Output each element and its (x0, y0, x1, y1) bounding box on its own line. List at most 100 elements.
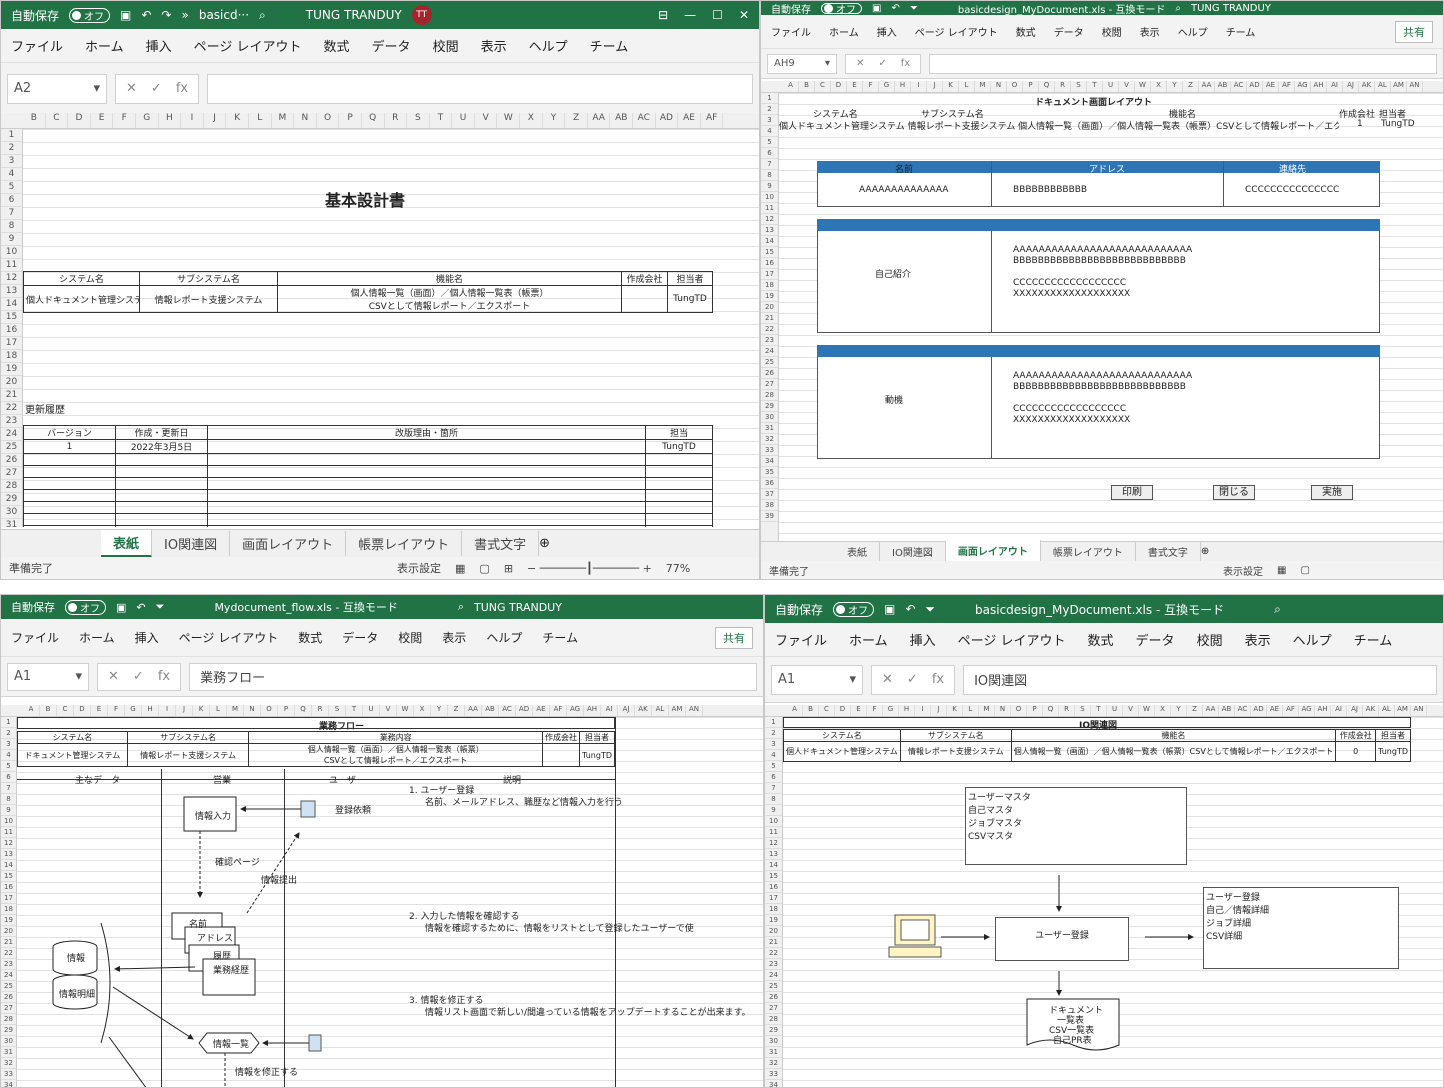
column-header[interactable]: Y (431, 705, 448, 716)
row-header[interactable]: 20 (761, 302, 778, 313)
column-header[interactable]: N (294, 113, 317, 128)
row-header[interactable]: 27 (1, 467, 22, 480)
row-header[interactable]: 30 (1, 506, 22, 519)
column-header[interactable]: L (963, 705, 979, 716)
row-header[interactable]: 25 (761, 357, 778, 368)
column-header[interactable]: V (475, 113, 498, 128)
column-header[interactable]: S (1071, 81, 1087, 92)
sheet-tab[interactable]: IO関連図 (880, 541, 946, 562)
menu-item[interactable]: チーム (590, 36, 629, 55)
row-header[interactable]: 10 (765, 816, 782, 827)
minimize-icon[interactable]: — (684, 8, 696, 22)
column-header[interactable]: T (1091, 705, 1107, 716)
row-header[interactable]: 7 (761, 159, 778, 170)
column-header[interactable]: O (1011, 705, 1027, 716)
row-header[interactable]: 9 (1, 233, 22, 246)
row-header[interactable]: 3 (1, 739, 16, 750)
column-header[interactable]: H (159, 113, 182, 128)
column-header[interactable]: AD (1251, 705, 1267, 716)
column-header[interactable]: R (312, 705, 329, 716)
avatar[interactable]: TT (411, 5, 432, 25)
row-header[interactable]: 15 (1, 871, 16, 882)
undo-icon[interactable]: ↶ (141, 8, 151, 22)
row-header[interactable]: 31 (1, 1047, 16, 1058)
column-header[interactable]: I (181, 113, 204, 128)
row-header[interactable]: 19 (761, 291, 778, 302)
row-header[interactable]: 39 (761, 511, 778, 522)
column-header[interactable]: AM (1395, 705, 1411, 716)
function-icon[interactable]: fx (901, 58, 910, 69)
column-header[interactable]: D (74, 705, 91, 716)
undo-icon[interactable]: ↶ (136, 601, 145, 614)
name-box[interactable]: A1 ▾ (771, 664, 863, 695)
share-button[interactable]: 共有 (715, 626, 753, 649)
sheet-grid[interactable]: A B C D E F G H I J K L M N O P Q R S T U V W X Y Z AA AB AC AD AE AF AG… (765, 705, 1443, 1087)
column-header[interactable]: AN (1411, 705, 1427, 716)
row-header[interactable]: 33 (765, 1069, 782, 1080)
column-header[interactable]: AD (516, 705, 533, 716)
row-header[interactable]: 6 (1, 772, 16, 783)
column-header[interactable]: X (1155, 705, 1171, 716)
column-header[interactable]: M (272, 113, 295, 128)
row-header[interactable]: 3 (761, 115, 778, 126)
column-header[interactable]: D (831, 81, 847, 92)
row-header[interactable]: 4 (765, 750, 782, 761)
column-header[interactable]: J (931, 705, 947, 716)
column-header[interactable]: AI (1327, 81, 1343, 92)
row-header[interactable]: 23 (1, 415, 22, 428)
row-header[interactable]: 30 (761, 412, 778, 423)
row-header[interactable]: 21 (1, 389, 22, 402)
row-header[interactable]: 10 (1, 816, 16, 827)
row-header[interactable]: 23 (1, 959, 16, 970)
row-header[interactable]: 18 (1, 350, 22, 363)
menu-item[interactable]: ファイル (11, 629, 59, 646)
search-icon[interactable]: ⌕ (458, 600, 464, 614)
row-header[interactable]: 31 (761, 423, 778, 434)
menu-item[interactable]: ヘルプ (486, 629, 522, 646)
column-header[interactable]: K (947, 705, 963, 716)
row-header[interactable]: 24 (1, 970, 16, 981)
row-header[interactable]: 12 (765, 838, 782, 849)
row-header[interactable]: 2 (1, 142, 22, 155)
column-header[interactable]: AE (678, 113, 701, 128)
column-header[interactable]: B (803, 705, 819, 716)
row-header[interactable]: 35 (761, 467, 778, 478)
column-header[interactable]: B (23, 113, 46, 128)
row-header[interactable]: 22 (1, 948, 16, 959)
formula-input[interactable] (929, 53, 1437, 74)
function-icon[interactable]: fx (932, 672, 944, 687)
column-header[interactable]: AN (1407, 81, 1423, 92)
name-box[interactable]: AH9 ▾ (767, 53, 837, 74)
autosave-toggle[interactable]: オフ (833, 601, 875, 617)
column-header[interactable]: AJ (1343, 81, 1359, 92)
column-header[interactable]: AC (1231, 81, 1247, 92)
row-header[interactable]: 27 (1, 1003, 16, 1014)
row-header[interactable]: 5 (765, 761, 782, 772)
column-header[interactable]: AC (499, 705, 516, 716)
row-header[interactable]: 4 (1, 750, 16, 761)
menu-item[interactable]: ホーム (849, 630, 888, 649)
column-header[interactable]: B (799, 81, 815, 92)
column-header[interactable]: Z (448, 705, 465, 716)
filter-icon[interactable]: ⏷ (925, 602, 935, 617)
row-header[interactable]: 9 (1, 805, 16, 816)
row-header[interactable]: 15 (1, 311, 22, 324)
row-header[interactable]: 12 (1, 272, 22, 285)
menu-item[interactable]: ヘルプ (1178, 24, 1208, 39)
row-header[interactable]: 26 (1, 454, 22, 467)
column-header[interactable]: V (380, 705, 397, 716)
column-header[interactable]: X (1151, 81, 1167, 92)
column-header[interactable]: P (339, 113, 362, 128)
menu-item[interactable]: 表示 (481, 36, 507, 55)
formula-input[interactable]: 業務フロー (189, 662, 757, 691)
row-header[interactable]: 14 (761, 236, 778, 247)
column-header[interactable]: AD (1247, 81, 1263, 92)
column-header[interactable]: I (915, 705, 931, 716)
row-header[interactable]: 16 (765, 882, 782, 893)
name-box[interactable]: A1 ▾ (7, 662, 89, 691)
row-header[interactable]: 24 (1, 428, 22, 441)
cancel-icon[interactable]: ✕ (126, 81, 137, 96)
row-header[interactable]: 20 (765, 926, 782, 937)
redo-icon[interactable]: ↷ (161, 8, 171, 22)
row-header[interactable]: 1 (1, 129, 22, 142)
